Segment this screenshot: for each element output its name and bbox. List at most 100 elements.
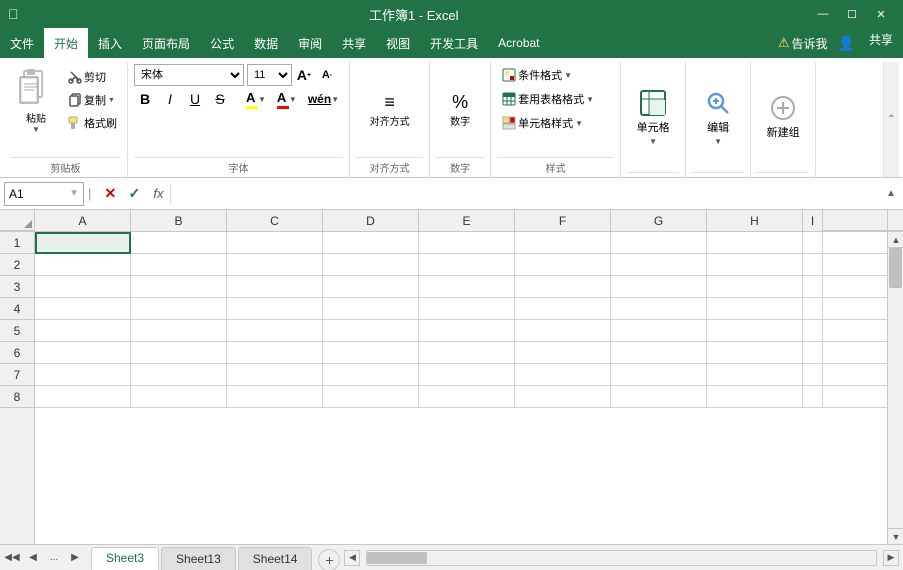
formula-bar-collapse[interactable]: ▲ <box>883 188 899 199</box>
cell-d6[interactable] <box>323 342 419 364</box>
menu-share[interactable]: 共享 <box>332 28 376 58</box>
close-button[interactable]: ✕ <box>867 4 895 24</box>
cell-h8[interactable] <box>707 386 803 408</box>
nav-first-button[interactable]: ◀◀ <box>2 548 22 568</box>
cell-b1[interactable] <box>131 232 227 254</box>
table-format-button[interactable]: 套用表格格式 ▼ <box>497 88 599 110</box>
font-size-select[interactable]: 11 <box>247 64 292 86</box>
nav-next-button[interactable]: ▶ <box>65 548 85 568</box>
row-num-7[interactable]: 7 <box>0 364 34 386</box>
sheet-tab-sheet14[interactable]: Sheet14 <box>238 547 313 570</box>
minimize-button[interactable]: — <box>809 4 837 24</box>
menu-acrobat[interactable]: Acrobat <box>488 28 549 58</box>
cell-i7[interactable] <box>803 364 823 386</box>
col-header-h[interactable]: H <box>707 210 803 231</box>
edit-button[interactable]: 编辑 ▼ <box>692 87 744 147</box>
cell-b2[interactable] <box>131 254 227 276</box>
bold-button[interactable]: B <box>134 88 156 110</box>
vertical-scrollbar[interactable]: ▲ ▼ <box>887 232 903 544</box>
menu-formula[interactable]: 公式 <box>200 28 244 58</box>
cell-a1[interactable] <box>35 232 131 254</box>
cell-f4[interactable] <box>515 298 611 320</box>
cell-d7[interactable] <box>323 364 419 386</box>
cell-d4[interactable] <box>323 298 419 320</box>
cell-f2[interactable] <box>515 254 611 276</box>
formula-input[interactable] <box>173 180 883 208</box>
col-header-c[interactable]: C <box>227 210 323 231</box>
cell-c7[interactable] <box>227 364 323 386</box>
menu-data[interactable]: 数据 <box>244 28 288 58</box>
cell-i6[interactable] <box>803 342 823 364</box>
cell-e6[interactable] <box>419 342 515 364</box>
col-header-f[interactable]: F <box>515 210 611 231</box>
cell-f3[interactable] <box>515 276 611 298</box>
cell-f5[interactable] <box>515 320 611 342</box>
maximize-button[interactable]: ☐ <box>838 4 866 24</box>
cell-a6[interactable] <box>35 342 131 364</box>
cell-g8[interactable] <box>611 386 707 408</box>
number-button[interactable]: % 数字 <box>436 85 484 135</box>
cell-button[interactable]: 单元格 ▼ <box>627 87 679 147</box>
new-group-button[interactable]: 新建组 <box>757 87 809 147</box>
cell-i1[interactable] <box>803 232 823 254</box>
cell-f8[interactable] <box>515 386 611 408</box>
scroll-track[interactable] <box>888 248 903 528</box>
formula-cancel-button[interactable]: ✕ <box>99 183 121 205</box>
menu-insert[interactable]: 插入 <box>88 28 132 58</box>
h-scroll-left[interactable]: ◀ <box>344 550 360 566</box>
cell-d5[interactable] <box>323 320 419 342</box>
wen-button[interactable]: wén ▼ <box>304 88 343 110</box>
row-num-3[interactable]: 3 <box>0 276 34 298</box>
scroll-down-button[interactable]: ▼ <box>888 528 903 544</box>
col-header-a[interactable]: A <box>35 210 131 231</box>
cell-b3[interactable] <box>131 276 227 298</box>
tell-me-menu[interactable]: 告诉我 <box>792 35 828 52</box>
cell-g5[interactable] <box>611 320 707 342</box>
cell-c8[interactable] <box>227 386 323 408</box>
nav-prev-button[interactable]: ◀ <box>23 548 43 568</box>
cut-button[interactable]: 剪切 <box>64 66 121 88</box>
cell-g4[interactable] <box>611 298 707 320</box>
cell-f1[interactable] <box>515 232 611 254</box>
cell-f6[interactable] <box>515 342 611 364</box>
row-num-5[interactable]: 5 <box>0 320 34 342</box>
cell-h7[interactable] <box>707 364 803 386</box>
cell-h2[interactable] <box>707 254 803 276</box>
menu-file[interactable]: 文件 <box>0 28 44 58</box>
cell-b5[interactable] <box>131 320 227 342</box>
menu-view[interactable]: 视图 <box>376 28 420 58</box>
font-color-button[interactable]: A ▼ <box>273 88 301 110</box>
menu-home[interactable]: 开始 <box>44 28 88 58</box>
cell-h4[interactable] <box>707 298 803 320</box>
cell-i4[interactable] <box>803 298 823 320</box>
cell-c5[interactable] <box>227 320 323 342</box>
cell-c6[interactable] <box>227 342 323 364</box>
col-header-e[interactable]: E <box>419 210 515 231</box>
cell-a2[interactable] <box>35 254 131 276</box>
add-sheet-button[interactable]: + <box>318 549 340 570</box>
cell-d8[interactable] <box>323 386 419 408</box>
cell-e2[interactable] <box>419 254 515 276</box>
ribbon-collapse-button[interactable]: ⌃ <box>883 62 899 177</box>
formula-confirm-button[interactable]: ✓ <box>123 183 145 205</box>
alignment-button[interactable]: ≡ 对齐方式 <box>366 85 414 135</box>
underline-button[interactable]: U <box>184 88 206 110</box>
fill-color-button[interactable]: A ▼ <box>242 88 270 110</box>
menu-review[interactable]: 审阅 <box>288 28 332 58</box>
cell-i2[interactable] <box>803 254 823 276</box>
copy-button[interactable]: 复制 ▼ <box>64 89 121 111</box>
sheet-tab-sheet3[interactable]: Sheet3 <box>91 547 159 570</box>
font-family-select[interactable]: 宋体 <box>134 64 244 86</box>
cell-d3[interactable] <box>323 276 419 298</box>
cell-b7[interactable] <box>131 364 227 386</box>
cell-g3[interactable] <box>611 276 707 298</box>
cell-g7[interactable] <box>611 364 707 386</box>
user-icon[interactable]: 👤 <box>834 28 859 58</box>
scroll-up-button[interactable]: ▲ <box>888 232 903 248</box>
col-header-i[interactable]: I <box>803 210 823 231</box>
cell-g6[interactable] <box>611 342 707 364</box>
cell-i5[interactable] <box>803 320 823 342</box>
scroll-thumb[interactable] <box>889 248 902 288</box>
cell-b4[interactable] <box>131 298 227 320</box>
cell-e8[interactable] <box>419 386 515 408</box>
